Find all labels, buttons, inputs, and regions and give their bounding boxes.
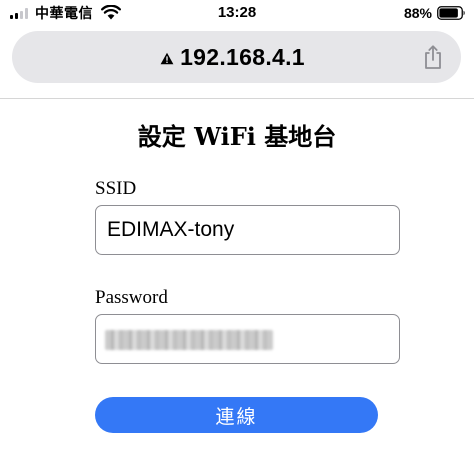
connect-button[interactable]: 連線: [95, 397, 378, 433]
status-bar: 中華電信 13:28 88%: [0, 0, 474, 28]
address-bar[interactable]: 192.168.4.1: [12, 31, 461, 83]
status-time: 13:28: [217, 4, 257, 21]
battery-percentage: 88%: [403, 5, 432, 21]
toolbar-divider: [0, 98, 474, 99]
ssid-label: SSID: [95, 178, 137, 199]
warning-triangle-icon: [160, 52, 174, 64]
password-label: Password: [95, 287, 168, 308]
url-text: 192.168.4.1: [180, 43, 305, 70]
ssid-input[interactable]: [95, 205, 400, 255]
password-obscured-value: [105, 330, 273, 350]
url-display[interactable]: 192.168.4.1: [12, 31, 461, 83]
share-icon[interactable]: [423, 44, 443, 70]
battery-icon: [437, 6, 465, 20]
page-title: 設定 WiFi 基地台: [137, 122, 337, 151]
